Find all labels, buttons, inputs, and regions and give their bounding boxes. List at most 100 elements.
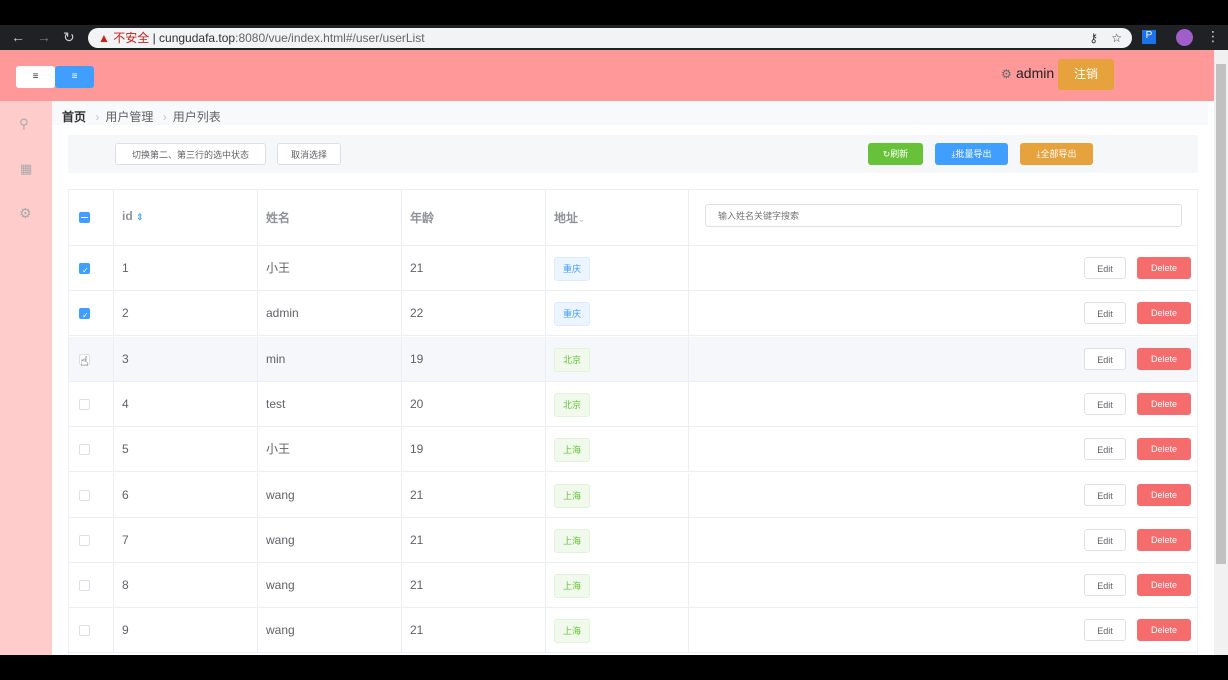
cell-name: admin <box>258 291 402 336</box>
edit-button[interactable]: Edit <box>1084 302 1126 325</box>
cell-age: 22 <box>402 291 546 336</box>
header-address[interactable]: 地址⌄ <box>546 190 689 245</box>
row-checkbox[interactable] <box>79 580 90 592</box>
edit-button[interactable]: Edit <box>1084 257 1126 279</box>
scrollbar-thumb[interactable] <box>1216 64 1226 564</box>
header-name: 姓名 <box>258 190 402 245</box>
cursor-hand-icon: ☝ <box>80 353 89 369</box>
crumb-user-list: 用户列表 <box>172 110 221 124</box>
header: ≡ ≡ ⚙ admin 注销 <box>0 50 1214 101</box>
insecure-label: 不安全 <box>113 31 150 45</box>
cell-age: 21 <box>402 517 546 562</box>
edit-button[interactable]: Edit <box>1084 392 1126 415</box>
edit-button[interactable]: Edit <box>1084 483 1126 506</box>
cell-name: min <box>258 336 402 381</box>
clear-selection-button[interactable]: 取消选择 <box>277 143 341 165</box>
row-checkbox[interactable]: ✓ <box>79 308 90 320</box>
address-tag: 北京 <box>554 347 591 372</box>
sort-icon[interactable]: ⇕ <box>136 212 144 222</box>
delete-button[interactable]: Delete <box>1137 438 1191 461</box>
address-bar[interactable]: ▲ 不安全 | cungudafa.top:8080/vue/index.htm… <box>88 28 1132 48</box>
filter-chevron-icon[interactable]: ⌄ <box>578 215 585 224</box>
all-export-button[interactable]: ⤓全部导出 <box>1020 143 1093 165</box>
user-table: id ⇕ 姓名 年龄 地址⌄ ✓ 1 小王 21 重庆 Edit Delete … <box>68 189 1198 655</box>
cell-name: wang <box>258 472 402 517</box>
breadcrumb: 首页 › 用户管理 › 用户列表 <box>52 101 1208 125</box>
edit-button[interactable]: Edit <box>1084 574 1126 597</box>
grid-icon[interactable]: ▦ <box>20 161 32 177</box>
app: ⚲ ▦ ⚙ ≡ ≡ ⚙ admin 注销 首页 › 用户管理 › 用户列表 切换第二… <box>0 50 1214 655</box>
refresh-button[interactable]: ↻刷新 <box>868 143 923 165</box>
toolbar: 切换第二、第三行的选中状态 取消选择 ↻刷新 ⤓批量导出 ⤓全部导出 <box>68 135 1198 173</box>
delete-button[interactable]: Delete <box>1137 528 1191 551</box>
table-row: 6 wang 21 上海 Edit Delete <box>69 472 1197 518</box>
cell-age: 19 <box>402 427 546 472</box>
batch-export-label: 批量导出 <box>955 149 992 159</box>
cell-name: wang <box>258 608 402 653</box>
delete-button[interactable]: Delete <box>1137 347 1191 370</box>
batch-export-button[interactable]: ⤓批量导出 <box>935 143 1008 165</box>
key-icon[interactable]: ⚷ <box>1089 28 1098 48</box>
url-path: :8080/vue/index.html#/user/userList <box>235 31 425 45</box>
search-input[interactable] <box>705 204 1182 227</box>
delete-button[interactable]: Delete <box>1137 574 1191 597</box>
gear-icon[interactable]: ⚙ <box>19 205 32 222</box>
cell-id: 1 <box>114 246 258 290</box>
menu-icon[interactable]: ⋮ <box>1206 28 1220 45</box>
edit-button[interactable]: Edit <box>1084 619 1126 642</box>
delete-button[interactable]: Delete <box>1137 257 1191 279</box>
extension-icon[interactable]: P <box>1142 30 1156 44</box>
table-row: ✓ 2 admin 22 重庆 Edit Delete <box>69 291 1197 337</box>
cell-id: 4 <box>114 381 258 426</box>
crumb-user-management[interactable]: 用户管理 <box>105 110 153 124</box>
delete-button[interactable]: Delete <box>1137 392 1191 415</box>
address-tag: 重庆 <box>554 302 591 327</box>
toggle-selection-button[interactable]: 切换第二、第三行的选中状态 <box>115 143 266 165</box>
cell-name: 小王 <box>258 427 402 472</box>
table-row: 4 test 20 北京 Edit Delete <box>69 381 1197 427</box>
delete-button[interactable]: Delete <box>1137 302 1191 325</box>
cell-name: test <box>258 381 402 426</box>
star-icon[interactable]: ☆ <box>1111 28 1122 48</box>
cell-age: 19 <box>402 336 546 381</box>
cell-id: 5 <box>114 427 258 472</box>
row-checkbox[interactable] <box>79 534 90 546</box>
back-icon[interactable]: ← <box>11 29 25 45</box>
refresh-label: 刷新 <box>890 149 909 159</box>
address-tag: 重庆 <box>554 257 591 281</box>
header-id[interactable]: id <box>122 209 133 223</box>
edit-button[interactable]: Edit <box>1084 528 1126 551</box>
select-all-checkbox[interactable] <box>79 212 90 223</box>
address-tag: 上海 <box>554 438 591 463</box>
delete-button[interactable]: Delete <box>1137 483 1191 506</box>
row-checkbox[interactable] <box>79 398 90 410</box>
cell-age: 21 <box>402 246 546 290</box>
table-row: 9 wang 21 上海 Edit Delete <box>69 608 1197 654</box>
cell-id: 8 <box>114 563 258 608</box>
expand-button[interactable]: ≡ <box>55 66 94 88</box>
address-tag: 上海 <box>554 528 591 553</box>
scrollbar[interactable] <box>1214 50 1228 655</box>
row-checkbox[interactable] <box>79 444 90 456</box>
edit-button[interactable]: Edit <box>1084 347 1126 370</box>
table-row: 8 wang 21 上海 Edit Delete <box>69 563 1197 609</box>
user-icon[interactable]: ⚲ <box>19 116 29 132</box>
cell-age: 21 <box>402 563 546 608</box>
cell-name: 小王 <box>258 246 402 290</box>
delete-button[interactable]: Delete <box>1137 619 1191 642</box>
row-checkbox[interactable] <box>79 489 90 501</box>
avatar[interactable] <box>1176 29 1193 46</box>
forward-icon[interactable]: → <box>37 29 51 45</box>
cell-age: 21 <box>402 608 546 653</box>
crumb-home[interactable]: 首页 <box>62 110 86 124</box>
row-checkbox[interactable] <box>79 625 90 637</box>
all-export-label: 全部导出 <box>1040 149 1077 159</box>
header-age: 年龄 <box>402 190 546 245</box>
logout-button[interactable]: 注销 <box>1058 59 1114 90</box>
reload-icon[interactable]: ↻ <box>63 29 75 46</box>
collapse-button[interactable]: ≡ <box>16 66 55 88</box>
edit-button[interactable]: Edit <box>1084 438 1126 461</box>
username[interactable]: admin <box>1016 65 1054 81</box>
row-checkbox[interactable]: ✓ <box>79 263 90 275</box>
cell-id: 6 <box>114 472 258 517</box>
